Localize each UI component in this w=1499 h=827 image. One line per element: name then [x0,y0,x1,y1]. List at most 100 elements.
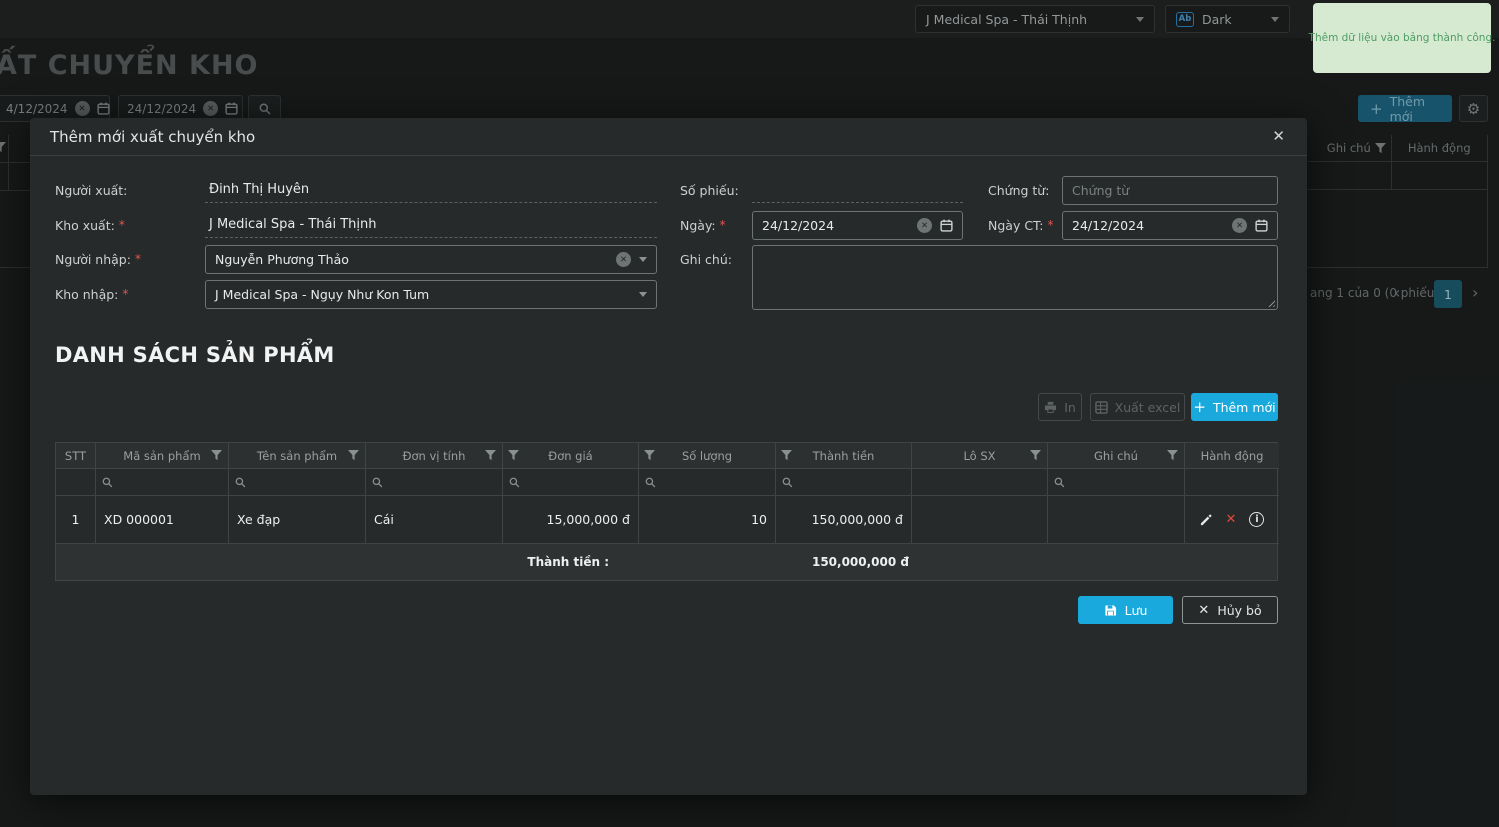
so-phieu-field [752,176,963,203]
search-icon [782,477,793,488]
search-so-luong-input[interactable] [661,475,769,489]
export-excel-label: Xuất excel [1114,399,1181,415]
kho-nhap-select[interactable]: J Medical Spa - Ngụy Như Kon Tum [205,280,657,309]
delete-icon[interactable]: ✕ [1226,512,1237,527]
info-icon[interactable]: i [1249,512,1265,527]
cell-ten-san-pham: Xe đạp [229,496,366,544]
filter-icon[interactable] [1167,450,1178,461]
label-kho-xuat: Kho xuất: * [55,217,125,233]
table-row: 1 XD 000001 Xe đạp Cái 15,000,000 đ 10 1… [56,496,1279,544]
clear-icon[interactable]: ✕ [917,218,932,233]
col-header-ghi-chu: Ghi chú [1048,443,1185,469]
print-button[interactable]: In [1038,393,1082,421]
clear-icon[interactable]: ✕ [1232,218,1247,233]
save-button[interactable]: Lưu [1078,596,1173,624]
cell-ghi-chu [1048,496,1185,544]
calendar-icon[interactable] [1255,219,1268,232]
chung-tu-box [1062,176,1278,205]
search-dvt-input[interactable] [388,475,496,489]
filter-icon[interactable] [485,450,496,461]
kho-xuat-field: J Medical Spa - Thái Thịnh [205,211,657,238]
col-header-hanh-dong: Hành động [1185,443,1279,469]
cell-hanh-dong: ✕ i [1185,496,1279,544]
cell-so-luong: 10 [639,496,776,544]
footer-total-value: 150,000,000 đ [811,555,909,569]
chevron-down-icon[interactable] [639,292,647,297]
col-header-stt: STT [56,443,96,469]
col-header-thanh-tien: Thành tiền [776,443,912,469]
search-ten-input[interactable] [251,475,359,489]
chevron-down-icon[interactable] [639,257,647,262]
label-chung-tu: Chứng từ: [988,182,1050,198]
clear-icon[interactable]: ✕ [616,252,631,267]
close-icon[interactable]: ✕ [1272,127,1285,145]
plus-icon: + [1193,398,1206,416]
cell-don-vi-tinh: Cái [366,496,503,544]
filter-icon[interactable] [781,450,792,461]
label-ghi-chu: Ghi chú: [680,251,732,267]
chung-tu-input[interactable] [1072,183,1268,198]
ngay-date-box: ✕ [752,211,963,240]
cell-lo-sx [912,496,1048,544]
add-product-button[interactable]: + Thêm mới [1191,393,1278,421]
calendar-icon[interactable] [940,219,953,232]
ghi-chu-box [752,245,1278,310]
modal-title: Thêm mới xuất chuyển kho [50,127,256,146]
table-footer-row: Thành tiền : 150,000,000 đ [56,544,1277,580]
label-ngay-ct: Ngày CT: * [988,217,1054,233]
label-nguoi-nhap: Người nhập: * [55,251,141,267]
nguoi-xuat-field: Đinh Thị Huyên [205,176,657,203]
save-label: Lưu [1124,602,1148,618]
cell-thanh-tien: 150,000,000 đ [776,496,912,544]
toast-message: Thêm dữ liệu vào bảng thành công. [1308,32,1496,44]
print-label: In [1064,399,1076,415]
ngay-input[interactable] [762,218,909,233]
save-icon [1104,604,1117,617]
printer-icon [1044,401,1057,414]
filter-icon[interactable] [348,450,359,461]
ghi-chu-textarea[interactable] [753,246,1277,309]
close-icon: ✕ [1198,602,1210,618]
cancel-button[interactable]: ✕ Hủy bỏ [1182,596,1278,624]
products-table: STT Mã sản phẩm Tên sản phẩm Đơn vị tính… [55,442,1279,581]
products-heading: DANH SÁCH SẢN PHẨM [55,343,335,367]
cell-don-gia: 15,000,000 đ [503,496,639,544]
cancel-label: Hủy bỏ [1217,602,1262,618]
nguoi-nhap-select[interactable]: Nguyễn Phương Thảo ✕ [205,245,657,274]
col-header-lo-sx: Lô SX [912,443,1048,469]
kho-nhap-value: J Medical Spa - Ngụy Như Kon Tum [215,287,430,302]
col-header-ma-san-pham: Mã sản phẩm [96,443,229,469]
ngay-ct-input[interactable] [1072,218,1224,233]
search-ma-input[interactable] [118,475,222,489]
filter-icon[interactable] [211,450,222,461]
footer-total-label: Thành tiền : [527,555,609,569]
add-product-label: Thêm mới [1212,399,1276,415]
transfer-modal: Thêm mới xuất chuyển kho ✕ Người xuất: Đ… [30,118,1307,795]
modal-header: Thêm mới xuất chuyển kho ✕ [30,118,1307,156]
toast-success: Thêm dữ liệu vào bảng thành công. [1309,3,1495,73]
search-icon [645,477,656,488]
filter-icon[interactable] [508,450,519,461]
label-kho-nhap: Kho nhập: * [55,286,129,302]
edit-icon[interactable] [1200,513,1213,526]
search-don-gia-input[interactable] [525,475,632,489]
col-header-ten-san-pham: Tên sản phẩm [229,443,366,469]
search-icon [102,477,113,488]
search-icon [372,477,383,488]
col-header-don-vi-tinh: Đơn vị tính [366,443,503,469]
table-header-row: STT Mã sản phẩm Tên sản phẩm Đơn vị tính… [56,443,1279,469]
col-header-don-gia: Đơn giá [503,443,639,469]
search-ghi-chu-input[interactable] [1070,475,1178,489]
ngay-ct-date-box: ✕ [1062,211,1278,240]
filter-icon[interactable] [1030,450,1041,461]
excel-icon [1094,400,1108,414]
export-excel-button[interactable]: Xuất excel [1090,393,1185,421]
cell-ma-san-pham: XD 000001 [96,496,229,544]
search-icon [1054,477,1065,488]
col-header-so-luong: Số lượng [639,443,776,469]
label-nguoi-xuat: Người xuất: [55,182,128,198]
table-search-row [56,469,1279,496]
label-ngay: Ngày: * [680,217,726,233]
search-thanh-tien-input[interactable] [798,475,905,489]
filter-icon[interactable] [644,450,655,461]
